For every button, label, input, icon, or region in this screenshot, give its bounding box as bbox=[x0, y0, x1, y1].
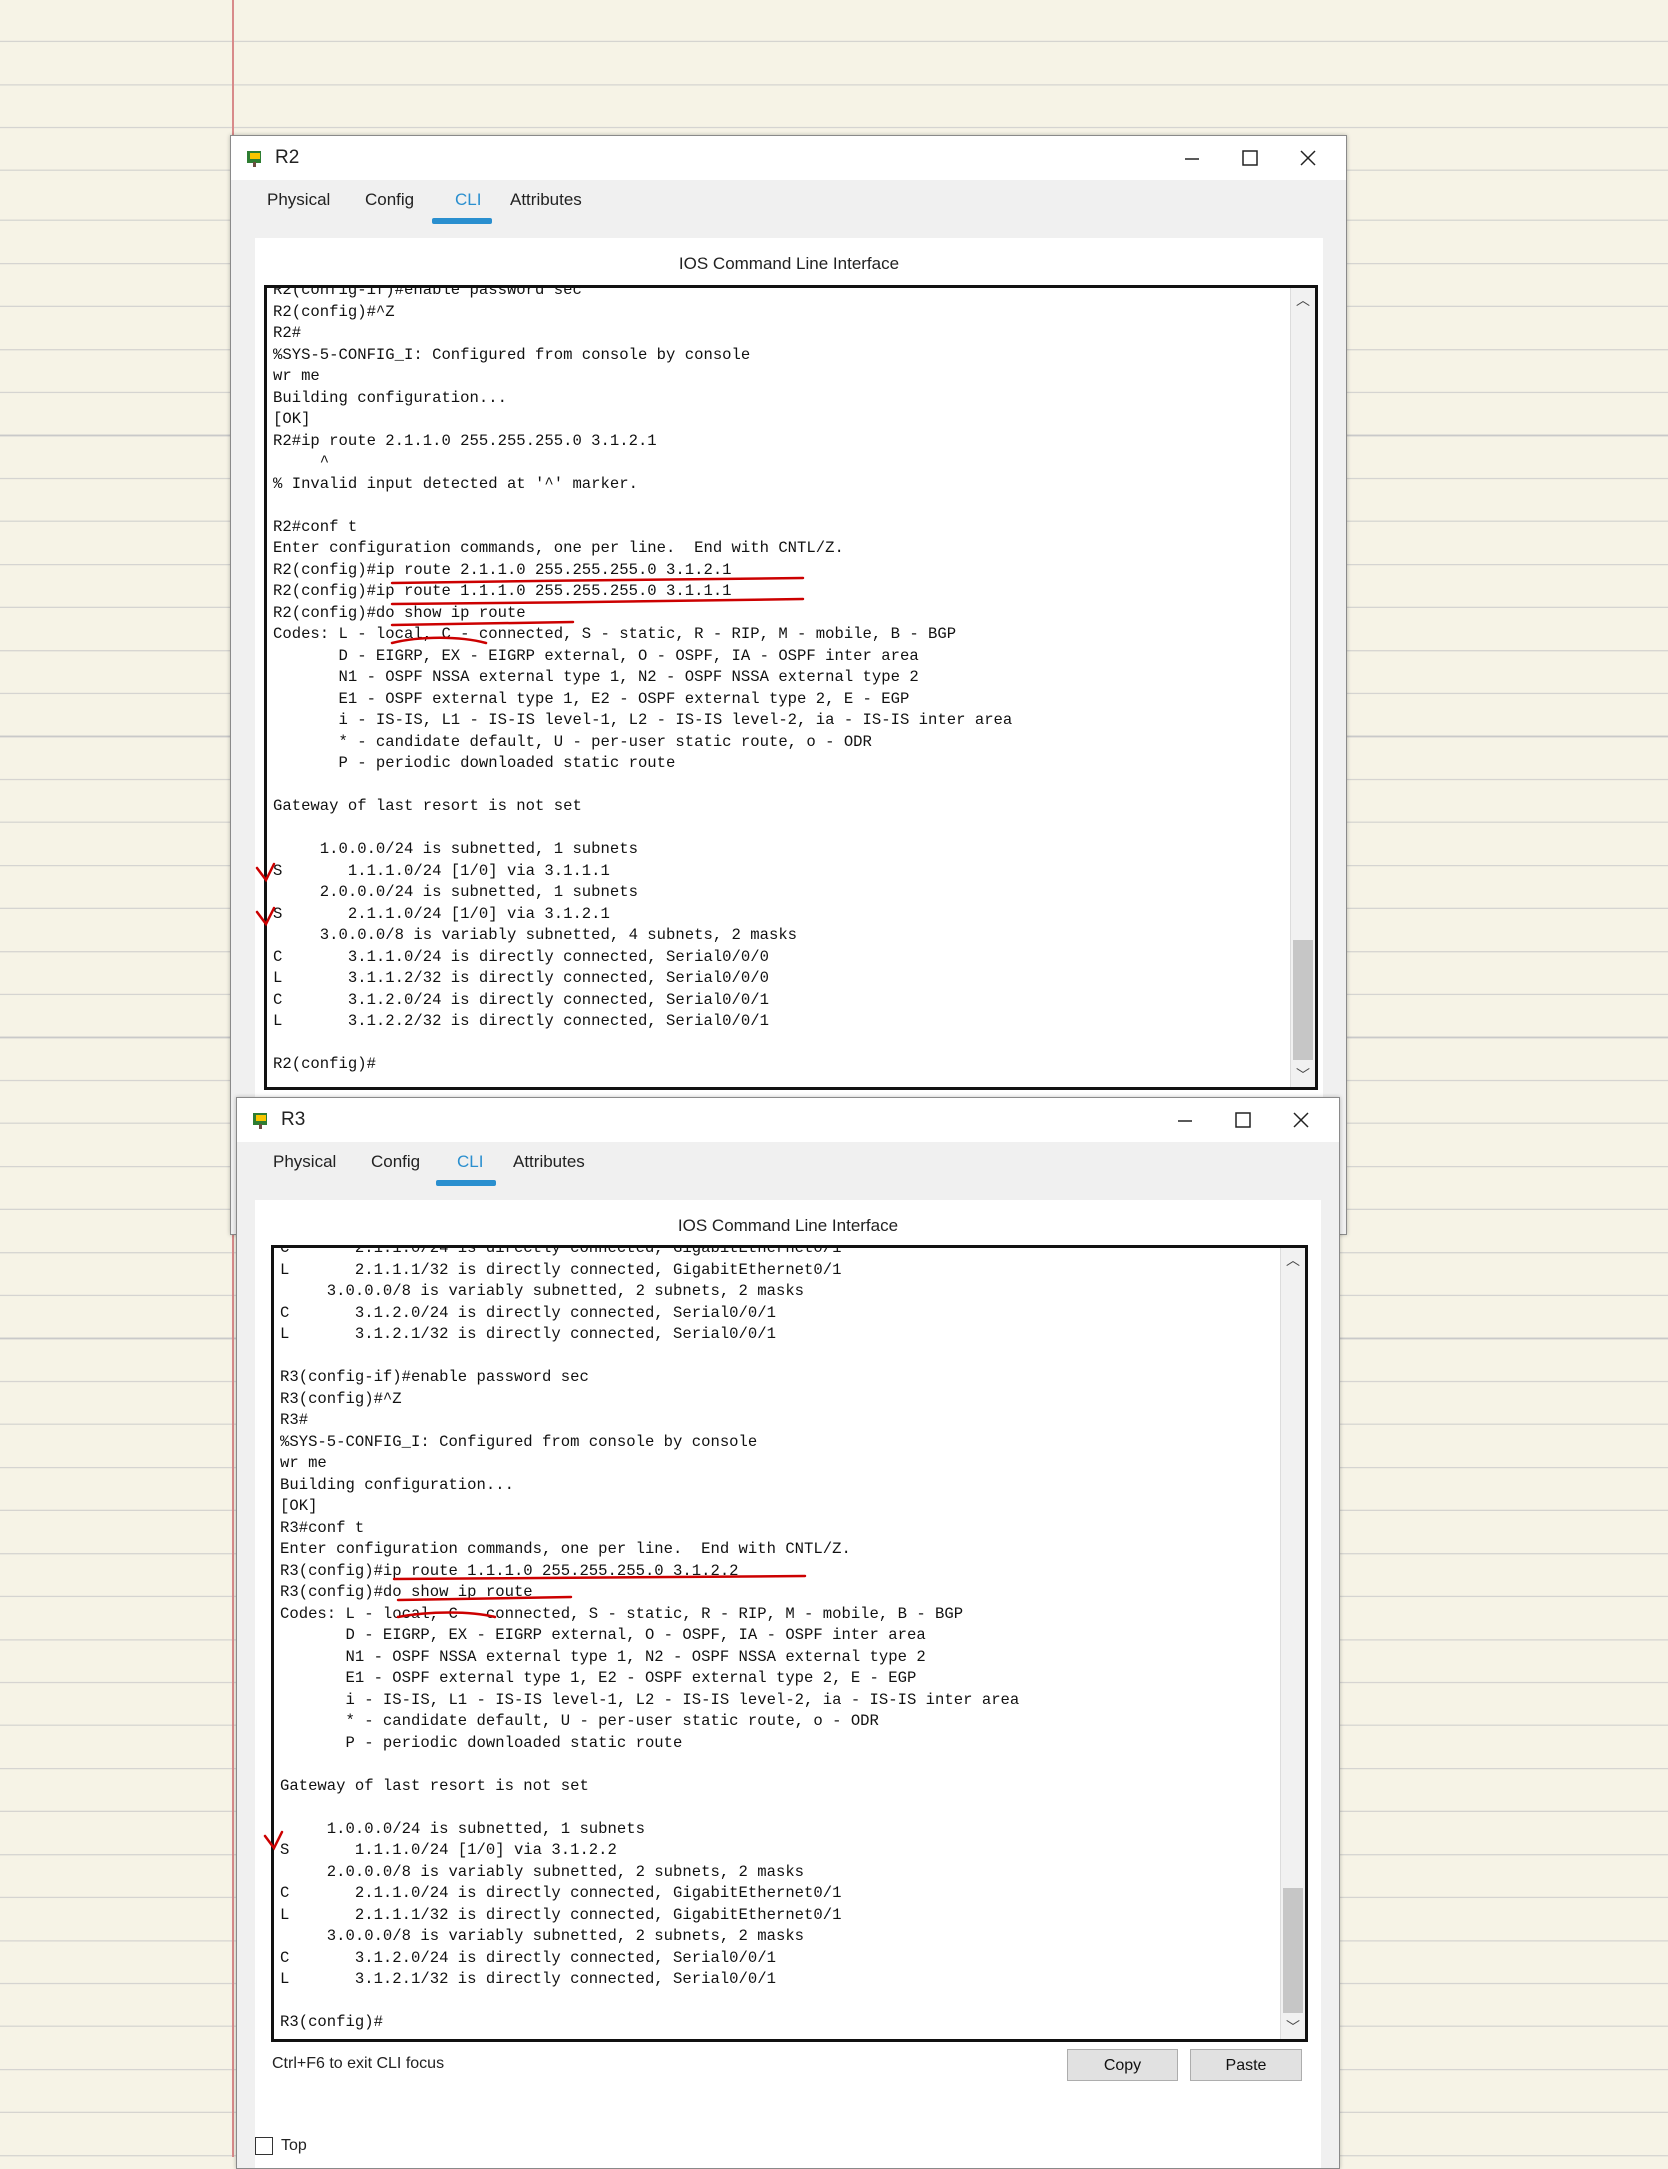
r3-terminal-scrollbar[interactable]: ︿ ﹀ bbox=[1280, 1248, 1305, 2039]
scroll-up-arrow-icon[interactable]: ︿ bbox=[1291, 290, 1315, 310]
copy-button[interactable]: Copy bbox=[1067, 2049, 1178, 2081]
scroll-down-arrow-icon[interactable]: ﹀ bbox=[1281, 2017, 1305, 2037]
r2-titlebar[interactable]: R2 bbox=[231, 136, 1346, 180]
r2-active-tab-indicator bbox=[432, 218, 492, 224]
packet-tracer-app-icon bbox=[247, 151, 261, 167]
scroll-up-arrow-icon[interactable]: ︿ bbox=[1281, 1250, 1305, 1270]
r3-terminal[interactable]: C 2.1.1.0/24 is directly connected, Giga… bbox=[271, 1245, 1308, 2042]
r2-tab-physical[interactable]: Physical bbox=[261, 190, 336, 210]
top-checkbox[interactable] bbox=[255, 2137, 273, 2155]
r2-terminal[interactable]: R2(config-if)#enable password sec R2(con… bbox=[264, 285, 1318, 1090]
r3-terminal-output[interactable]: C 2.1.1.0/24 is directly connected, Giga… bbox=[280, 1248, 1019, 2034]
maximize-icon[interactable] bbox=[1230, 144, 1270, 172]
close-icon[interactable] bbox=[1288, 144, 1328, 172]
r2-terminal-output[interactable]: R2(config-if)#enable password sec R2(con… bbox=[273, 288, 1012, 1076]
r2-panel-title: IOS Command Line Interface bbox=[678, 254, 900, 273]
packet-tracer-app-icon bbox=[253, 1113, 267, 1129]
r2-tab-bar: Physical Config CLI Attributes bbox=[231, 180, 1346, 228]
r3-tab-bar: Physical Config CLI Attributes bbox=[237, 1142, 1339, 1190]
r3-titlebar[interactable]: R3 bbox=[237, 1098, 1339, 1142]
r3-tab-attributes[interactable]: Attributes bbox=[507, 1152, 591, 1172]
r3-scroll-thumb[interactable] bbox=[1283, 1888, 1303, 2013]
r2-tab-cli[interactable]: CLI bbox=[449, 190, 487, 210]
r2-scroll-thumb[interactable] bbox=[1293, 940, 1313, 1060]
r3-tab-config[interactable]: Config bbox=[365, 1152, 426, 1172]
r2-tab-attributes[interactable]: Attributes bbox=[504, 190, 588, 210]
close-icon[interactable] bbox=[1281, 1106, 1321, 1134]
paste-button[interactable]: Paste bbox=[1190, 2049, 1302, 2081]
maximize-icon[interactable] bbox=[1223, 1106, 1263, 1134]
scroll-down-arrow-icon[interactable]: ﹀ bbox=[1291, 1065, 1315, 1085]
r3-active-tab-indicator bbox=[436, 1180, 496, 1186]
r2-window-title: R2 bbox=[275, 147, 300, 168]
minimize-icon[interactable] bbox=[1165, 1106, 1205, 1134]
exit-cli-focus-hint: Ctrl+F6 to exit CLI focus bbox=[272, 2055, 445, 2072]
r3-window-title: R3 bbox=[281, 1109, 306, 1130]
r3-tab-cli[interactable]: CLI bbox=[451, 1152, 489, 1172]
r3-panel-title: IOS Command Line Interface bbox=[677, 1216, 899, 1235]
minimize-icon[interactable] bbox=[1172, 144, 1212, 172]
top-checkbox-label: Top bbox=[281, 2137, 307, 2154]
r2-terminal-scrollbar[interactable]: ︿ ﹀ bbox=[1290, 288, 1315, 1087]
r2-tab-config[interactable]: Config bbox=[359, 190, 420, 210]
r3-tab-physical[interactable]: Physical bbox=[267, 1152, 342, 1172]
